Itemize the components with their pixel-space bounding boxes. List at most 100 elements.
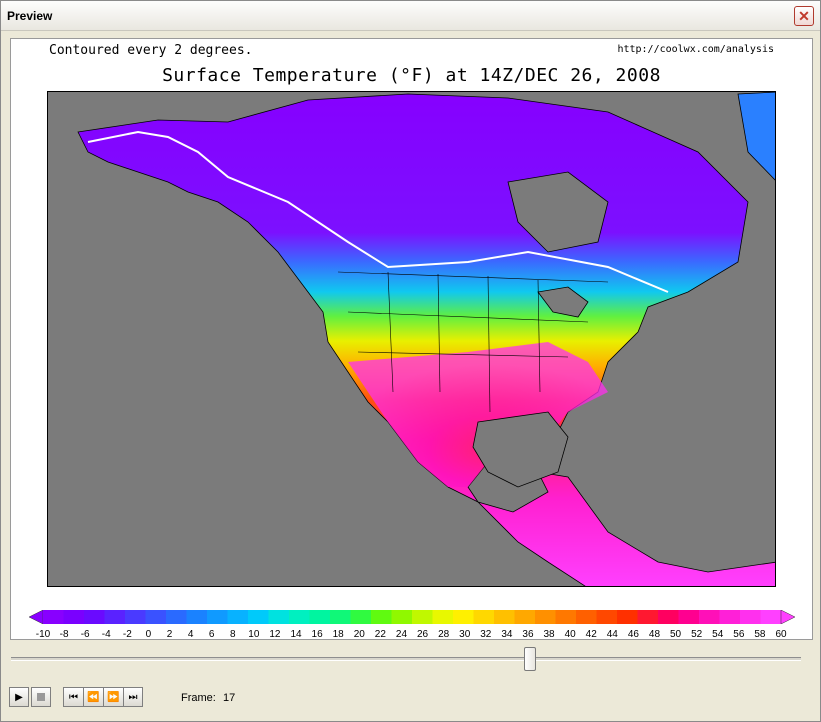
source-url: http://coolwx.com/analysis: [617, 44, 774, 55]
step-forward-button[interactable]: ⏩: [103, 687, 123, 707]
temperature-map: [47, 91, 776, 587]
colorbar-tick-label: -6: [80, 629, 90, 640]
colorbar-swatch: [678, 610, 700, 624]
colorbar-swatch: [432, 610, 454, 624]
colorbar-tick-label: 22: [374, 629, 386, 640]
colorbar-swatch: [84, 610, 105, 624]
step-back-icon: ⏪: [87, 691, 100, 703]
colorbar-tick-label: 34: [501, 629, 513, 640]
colorbar-swatch: [494, 610, 515, 624]
colorbar-tick-label: -2: [122, 629, 132, 640]
colorbar-swatch: [576, 610, 597, 624]
colorbar-swatch: [637, 610, 659, 624]
colorbar-swatch: [166, 610, 187, 624]
slider-track[interactable]: [11, 657, 801, 661]
colorbar-tick-label: 18: [332, 629, 344, 640]
colorbar-tick-label: 54: [712, 629, 724, 640]
colorbar-tick-label: 40: [564, 629, 576, 640]
colorbar-swatch: [104, 610, 126, 624]
colorbar-tick-label: 56: [733, 629, 745, 640]
colorbar-swatch: [658, 610, 679, 624]
skip-to-start-button[interactable]: ⏮: [63, 687, 83, 707]
colorbar-swatch: [248, 610, 269, 624]
colorbar-swatch: [699, 610, 720, 624]
colorbar-tick-label: 50: [670, 629, 682, 640]
colorbar-swatch: [330, 610, 351, 624]
close-button[interactable]: ✕: [794, 6, 814, 26]
colorbar-tick-label: 4: [187, 629, 194, 640]
colorbar-swatch: [596, 610, 618, 624]
colorbar-tick-label: 60: [775, 629, 787, 640]
colorbar-swatch: [740, 610, 761, 624]
play-button[interactable]: ▶: [9, 687, 29, 707]
colorbar-tick-label: 20: [353, 629, 365, 640]
skip-to-end-icon: ⏭: [128, 691, 138, 703]
frame-label: Frame:: [181, 692, 216, 704]
colorbar-labels: -10 -8 -6 -4 -2 0 2 4 6 8 10 12 14 16 18 20 22 24 26 28 30 32…: [29, 629, 795, 641]
colorbar-swatch: [514, 610, 536, 624]
colorbar-tick-label: 10: [248, 629, 260, 640]
colorbar-max-arrow: [780, 610, 795, 624]
colorbar-swatch: [207, 610, 228, 624]
contour-note: Contoured every 2 degrees.: [49, 43, 253, 58]
skip-to-end-button[interactable]: ⏭: [123, 687, 143, 707]
colorbar-swatch: [617, 610, 638, 624]
colorbar-swatch: [760, 610, 782, 624]
colorbar-tick-label: 6: [208, 629, 215, 640]
colorbar-tick-label: 8: [229, 629, 236, 640]
frame-slider[interactable]: [9, 645, 809, 675]
colorbar-swatch: [309, 610, 331, 624]
colorbar-swatch: [145, 610, 167, 624]
colorbar-swatch: [268, 610, 290, 624]
navigation-buttons: ⏮ ⏪ ⏩ ⏭: [63, 687, 143, 709]
colorbar-tick-label: -8: [59, 629, 69, 640]
colorbar-swatch: [371, 610, 392, 624]
title-bar: Preview ✕: [1, 1, 820, 31]
colorbar-tick-label: 12: [269, 629, 281, 640]
colorbar-tick-label: 48: [648, 629, 661, 640]
colorbar-tick-label: -4: [101, 629, 111, 640]
colorbar-tick-label: 42: [585, 629, 597, 640]
colorbar-swatch: [555, 610, 577, 624]
stop-icon: [37, 693, 45, 701]
colorbar-swatch: [350, 610, 372, 624]
colorbar-tick-label: 32: [480, 629, 492, 640]
colorbar-swatch: [43, 610, 64, 624]
play-icon: ▶: [15, 691, 23, 703]
colorbar-tick-label: 38: [543, 629, 555, 640]
frame-value: 17: [223, 692, 236, 704]
stop-button[interactable]: [31, 687, 51, 707]
colorbar-swatch: [412, 610, 433, 624]
slider-thumb[interactable]: [524, 647, 537, 671]
colorbar-tick-label: 28: [438, 629, 450, 640]
colorbar-tick-label: 58: [754, 629, 766, 640]
map-title: Surface Temperature (°F) at 14Z/DEC 26, …: [162, 65, 661, 86]
colorbar-tick-label: 26: [416, 629, 429, 640]
warm-region: [348, 342, 608, 487]
colorbar-min-arrow: [29, 610, 44, 624]
step-back-button[interactable]: ⏪: [83, 687, 103, 707]
colorbar-tick-label: 24: [395, 629, 408, 640]
step-forward-icon: ⏩: [107, 691, 120, 703]
colorbar-swatch: [289, 610, 310, 624]
close-icon: ✕: [798, 8, 810, 24]
colorbar-swatch: [473, 610, 495, 624]
greenland-shape: [737, 92, 775, 181]
colorbar-tick-label: 2: [166, 629, 173, 640]
colorbar-tick-label: 46: [627, 629, 639, 640]
map-graphic: [77, 92, 775, 586]
colorbar-tick-label: 36: [522, 629, 534, 640]
colorbar: [29, 610, 795, 624]
preview-window: Preview ✕ Contoured every 2 degrees. htt…: [0, 0, 821, 722]
colorbar-tick-label: 30: [459, 629, 471, 640]
map-canvas: Contoured every 2 degrees. http://coolwx…: [10, 38, 813, 640]
colorbar-swatch: [227, 610, 249, 624]
colorbar-swatch: [453, 610, 474, 624]
colorbar-tick-label: 0: [145, 629, 152, 640]
colorbar-tick-label: -10: [35, 629, 51, 640]
colorbar-tick-label: 44: [606, 629, 618, 640]
window-title: Preview: [7, 9, 53, 23]
colorbar-swatch: [186, 610, 208, 624]
colorbar-tick-label: 16: [311, 629, 323, 640]
colorbar-swatch: [391, 610, 413, 624]
